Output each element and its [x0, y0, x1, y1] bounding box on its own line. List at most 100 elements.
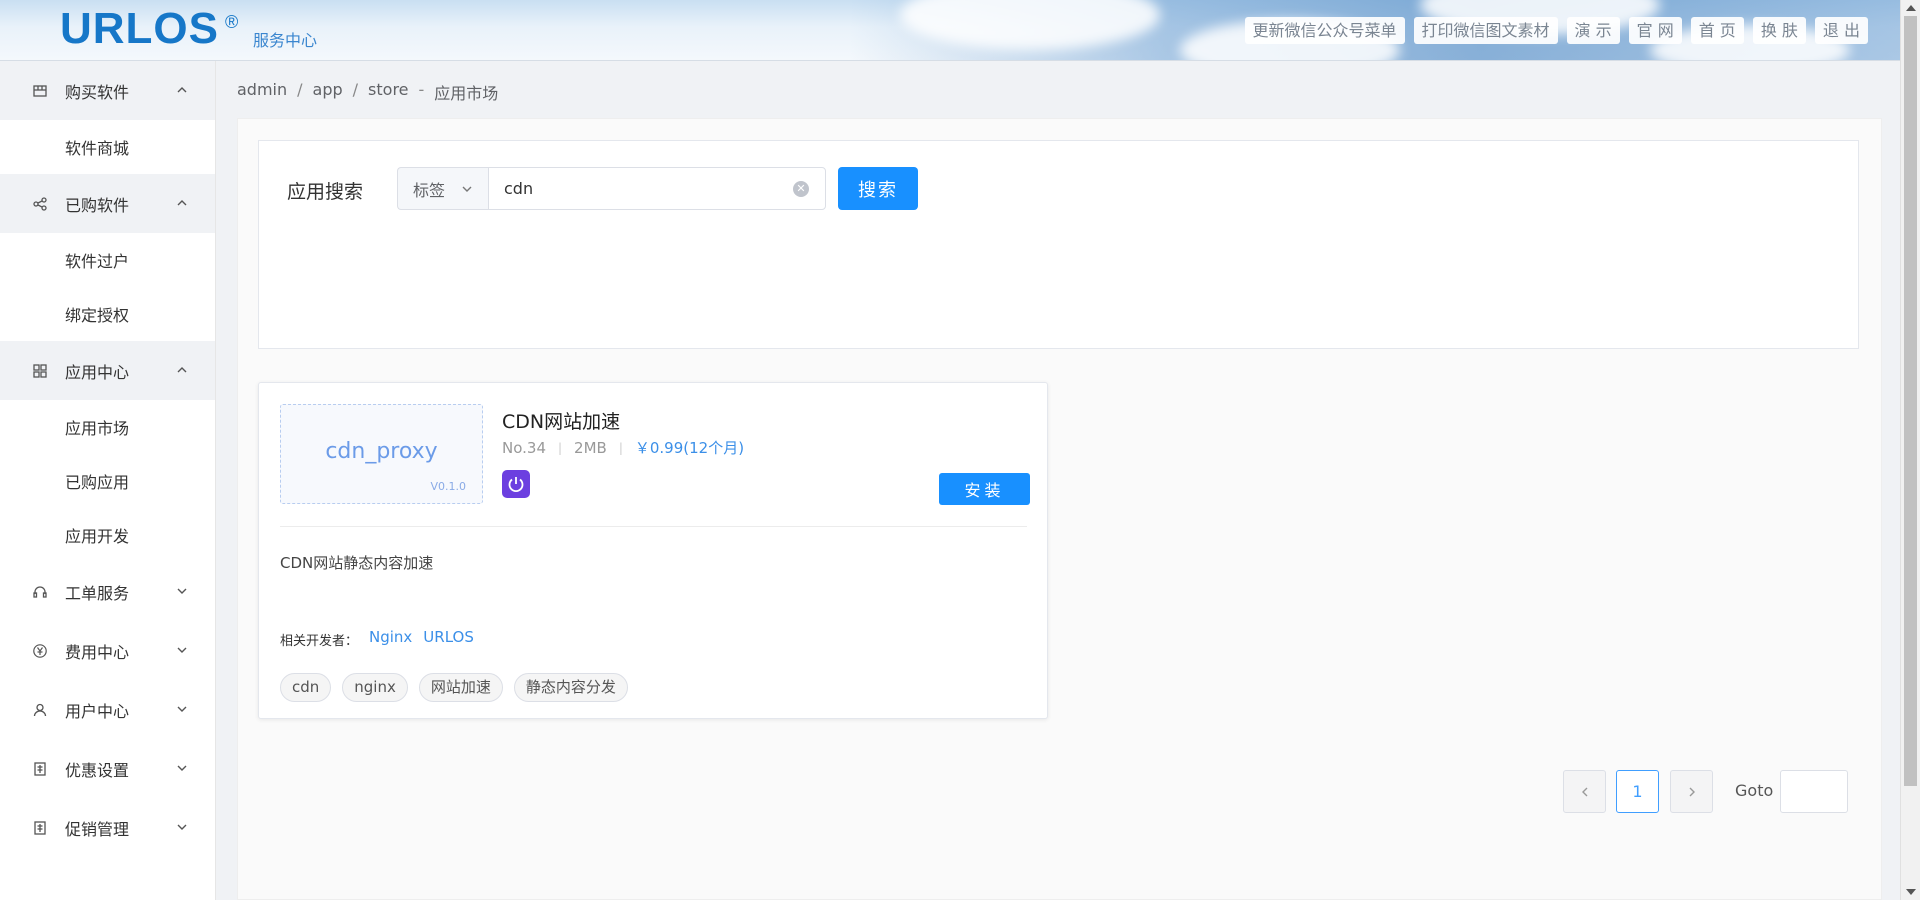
sidebar: 购买软件 软件商城 已购软件 软件过户 绑定授权 应用中心 应用市场 已购应用 … [0, 61, 216, 900]
next-page-button[interactable] [1670, 770, 1713, 813]
grid-icon [32, 363, 48, 379]
app-size: 2MB [574, 438, 607, 457]
developer-links: Nginx URLOS [369, 628, 474, 646]
official-site-button[interactable]: 官 网 [1628, 17, 1682, 44]
home-button[interactable]: 首 页 [1690, 17, 1744, 44]
developer-link-urlos[interactable]: URLOS [423, 628, 474, 646]
yen-icon [32, 643, 48, 659]
app-card: cdn_proxy V0.1.0 CDN网站加速 No.34 | 2MB | ￥… [258, 382, 1048, 719]
chevron-down-icon [177, 706, 187, 712]
tag-static-content-distribution[interactable]: 静态内容分发 [513, 673, 628, 702]
chevron-up-icon [177, 367, 187, 373]
update-wechat-menu-button[interactable]: 更新微信公众号菜单 [1244, 17, 1405, 44]
logo[interactable]: URLOS [60, 4, 219, 54]
chevron-down-icon [177, 824, 187, 830]
search-input[interactable] [488, 167, 826, 210]
tag-nginx[interactable]: nginx [342, 673, 408, 702]
sidebar-group-label: 用户中心 [65, 701, 130, 721]
app-version: V0.1.0 [430, 480, 466, 493]
sidebar-group-app-center[interactable]: 应用中心 [0, 341, 215, 400]
power-icon [502, 470, 530, 498]
sidebar-item-software-transfer[interactable]: 软件过户 [0, 233, 215, 287]
breadcrumb-separator: / [352, 80, 359, 99]
user-icon [32, 702, 48, 718]
sidebar-group-user-center[interactable]: 用户中心 [0, 680, 215, 739]
sidebar-item-software-store[interactable]: 软件商城 [0, 120, 215, 174]
share-icon [32, 196, 48, 212]
discount-icon [32, 761, 48, 777]
tag-cdn[interactable]: cdn [280, 673, 332, 702]
app-thumbnail[interactable]: cdn_proxy V0.1.0 [280, 404, 483, 504]
prev-page-button[interactable] [1563, 770, 1606, 813]
sidebar-group-label: 已购软件 [65, 195, 130, 215]
logout-button[interactable]: 退 出 [1814, 17, 1868, 44]
change-skin-button[interactable]: 换 肤 [1752, 17, 1806, 44]
print-wechat-material-button[interactable]: 打印微信图文素材 [1413, 17, 1558, 44]
demo-button[interactable]: 演 示 [1566, 17, 1620, 44]
page-scrollbar[interactable] [1900, 0, 1920, 900]
meta-separator: | [558, 440, 563, 455]
sidebar-group-discount-settings[interactable]: 优惠设置 [0, 739, 215, 798]
goto-label: Goto [1735, 781, 1774, 800]
developer-label: 相关开发者： [280, 634, 359, 649]
chevron-up-icon [177, 87, 187, 93]
sidebar-group-promotion-management[interactable]: 促销管理 [0, 798, 215, 857]
tag-list: cdn nginx 网站加速 静态内容分发 [280, 673, 628, 702]
sidebar-group-label: 工单服务 [65, 583, 130, 603]
page-number-current[interactable]: 1 [1616, 770, 1659, 813]
top-nav: 更新微信公众号菜单 打印微信图文素材 演 示 官 网 首 页 换 肤 退 出 [1244, 17, 1868, 44]
breadcrumb-store: store [368, 80, 409, 99]
scroll-up-arrow[interactable] [1906, 5, 1916, 11]
chevron-down-icon [177, 647, 187, 653]
chevron-down-icon [462, 186, 472, 192]
sidebar-group-label: 费用中心 [65, 642, 130, 662]
headset-icon [32, 584, 48, 600]
search-label: 应用搜索 [287, 181, 364, 203]
breadcrumb-separator: - [418, 80, 425, 99]
sidebar-group-billing-center[interactable]: 费用中心 [0, 621, 215, 680]
logo-subtitle: 服务中心 [253, 31, 318, 50]
breadcrumb-admin[interactable]: admin [237, 80, 287, 104]
top-header: URLOS ® 服务中心 更新微信公众号菜单 打印微信图文素材 演 示 官 网 … [0, 0, 1900, 61]
search-card: 应用搜索 标签 ✕ 搜索 [258, 140, 1859, 349]
chevron-left-icon [1581, 787, 1587, 796]
chevron-right-icon [1689, 787, 1695, 796]
breadcrumb-page-title: 应用市场 [434, 84, 499, 103]
breadcrumb-separator: / [297, 80, 303, 99]
sidebar-item-purchased-apps[interactable]: 已购应用 [0, 454, 215, 508]
chevron-down-icon [177, 765, 187, 771]
developer-link-nginx[interactable]: Nginx [369, 628, 412, 646]
app-title[interactable]: CDN网站加速 [502, 407, 620, 434]
promotion-icon [32, 820, 48, 836]
registered-mark: ® [225, 12, 239, 32]
store-icon [32, 83, 48, 99]
sidebar-item-bind-license[interactable]: 绑定授权 [0, 287, 215, 341]
search-type-value: 标签 [413, 180, 446, 200]
sidebar-group-label: 优惠设置 [65, 760, 130, 780]
install-button[interactable]: 安装 [939, 473, 1030, 505]
sidebar-group-purchased-software[interactable]: 已购软件 [0, 174, 215, 233]
app-number: No.34 [502, 438, 546, 457]
chevron-up-icon [177, 200, 187, 206]
app-thumbnail-name: cdn_proxy [325, 439, 438, 464]
search-type-select[interactable]: 标签 [397, 167, 488, 210]
card-divider [280, 526, 1027, 527]
sidebar-item-app-development[interactable]: 应用开发 [0, 508, 215, 562]
app-description: CDN网站静态内容加速 [280, 554, 434, 572]
sidebar-group-buy-software[interactable]: 购买软件 [0, 61, 215, 120]
meta-separator: | [618, 440, 623, 455]
app-meta: No.34 | 2MB | ￥0.99(12个月) [502, 437, 744, 458]
search-button[interactable]: 搜索 [838, 167, 918, 210]
sidebar-group-ticket-service[interactable]: 工单服务 [0, 562, 215, 621]
chevron-down-icon [177, 588, 187, 594]
breadcrumb-app[interactable]: app [313, 80, 343, 104]
scroll-down-arrow[interactable] [1906, 889, 1916, 895]
goto-page-input[interactable] [1780, 770, 1848, 813]
main-panel: 应用搜索 标签 ✕ 搜索 cdn_proxy V0.1.0 CDN网站加速 No… [237, 118, 1882, 900]
scroll-thumb[interactable] [1904, 16, 1917, 786]
sidebar-group-label: 应用中心 [65, 362, 130, 382]
sidebar-item-app-market[interactable]: 应用市场 [0, 400, 215, 454]
clear-icon[interactable]: ✕ [793, 181, 809, 197]
sidebar-group-label: 购买软件 [65, 82, 130, 102]
tag-website-acceleration[interactable]: 网站加速 [418, 673, 503, 702]
